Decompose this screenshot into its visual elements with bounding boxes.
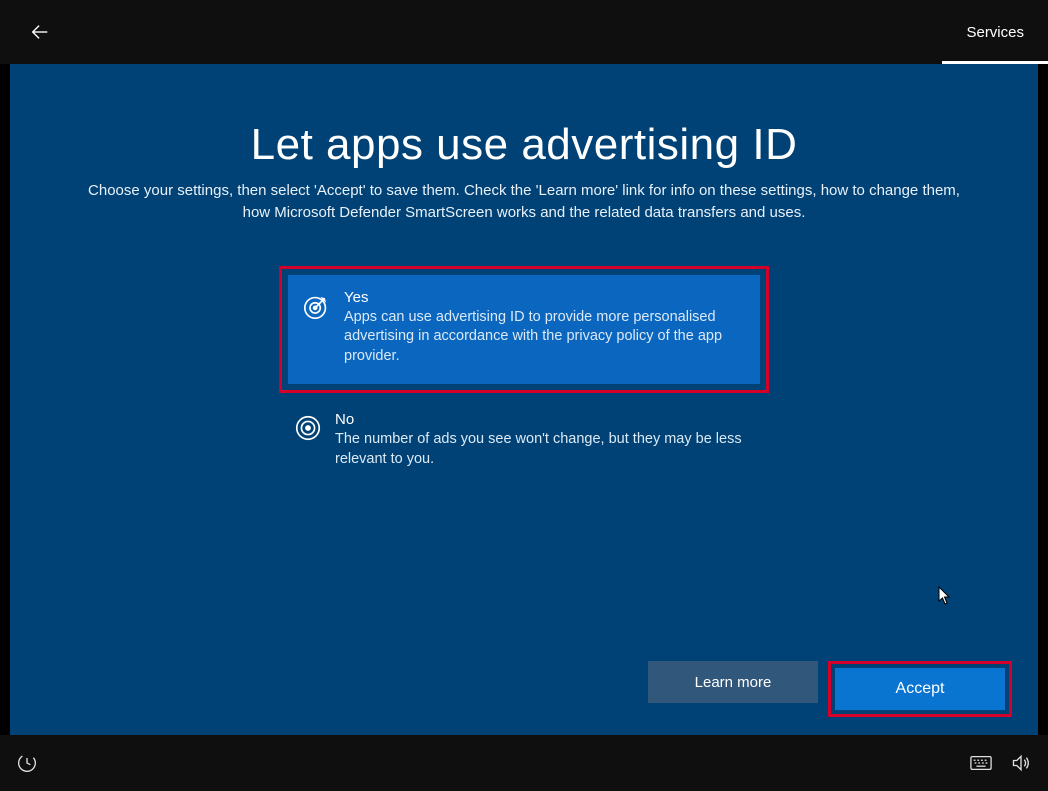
target-arrow-icon [302,291,332,321]
option-no[interactable]: No The number of ads you see won't chang… [279,399,769,485]
bottom-bar [0,735,1048,791]
option-yes-desc: Apps can use advertising ID to provide m… [344,308,744,367]
accept-highlight: Accept [828,661,1012,717]
learn-more-button[interactable]: Learn more [648,661,818,703]
option-yes[interactable]: Yes Apps can use advertising ID to provi… [288,275,760,385]
volume-icon[interactable] [1010,752,1032,774]
target-icon [293,413,323,443]
options-group: Yes Apps can use advertising ID to provi… [279,266,769,486]
cursor-icon [938,586,952,606]
footer-buttons: Learn more Accept [648,661,1012,717]
page-title: Let apps use advertising ID [10,64,1038,170]
learn-more-label: Learn more [695,674,772,691]
option-yes-title: Yes [344,289,744,306]
top-bar: Services [0,0,1048,64]
option-yes-highlight: Yes Apps can use advertising ID to provi… [279,266,769,394]
keyboard-icon[interactable] [970,752,992,774]
option-no-desc: The number of ads you see won't change, … [335,430,753,469]
ease-of-access-icon[interactable] [16,752,38,774]
back-button[interactable] [20,12,60,52]
content-area: Let apps use advertising ID Choose your … [10,64,1038,735]
tab-services[interactable]: Services [942,0,1048,64]
accept-button[interactable]: Accept [835,668,1005,710]
tab-services-label: Services [966,24,1024,41]
oobe-frame: Services Let apps use advertising ID Cho… [0,0,1048,791]
back-arrow-icon [29,21,51,43]
page-subtitle: Choose your settings, then select 'Accep… [74,180,974,224]
accept-label: Accept [896,680,945,698]
option-no-title: No [335,411,753,428]
